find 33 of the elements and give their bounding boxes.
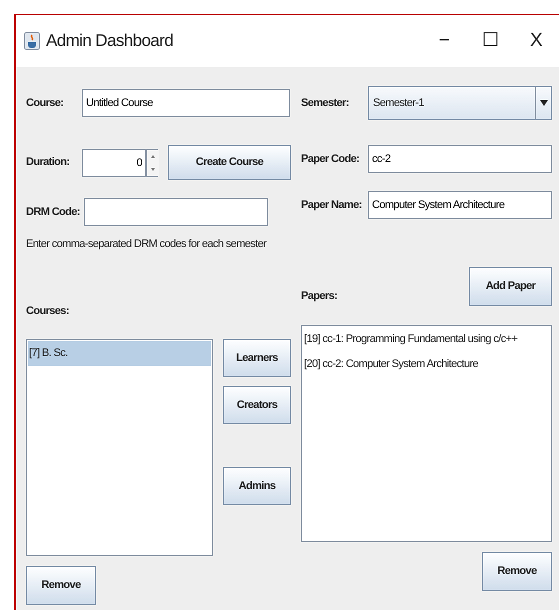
close-button[interactable]: X (513, 26, 559, 56)
duration-field[interactable]: 0 (82, 148, 146, 176)
field-label: Course: (26, 96, 64, 111)
field-label: Paper Code: (301, 152, 360, 167)
field-label: DRM Code: (26, 204, 81, 220)
role-button[interactable]: Admins (223, 467, 291, 505)
drm-code-field[interactable] (84, 198, 268, 226)
course-field[interactable]: Untitled Course (82, 89, 290, 117)
list-item[interactable]: [19] cc-1: Programming Fundamental using c/c++ (303, 327, 550, 352)
create-course-button[interactable]: Create Course (168, 145, 291, 180)
dropdown-arrow-icon (540, 100, 548, 106)
add-paper-button[interactable]: Add Paper (469, 267, 552, 306)
remove-button[interactable]: Remove (26, 566, 96, 605)
field-label: Papers: (301, 289, 338, 304)
maximize-button[interactable]: ☐ (467, 26, 513, 56)
hint-text: Enter comma-separated DRM codes for each semester (26, 237, 268, 252)
field-label: Duration: (26, 155, 70, 170)
list-item[interactable]: [20] cc-2: Computer System Architecture (303, 352, 550, 376)
spin-down-icon[interactable] (147, 162, 159, 176)
paper-name-field[interactable]: Computer System Architecture (368, 191, 552, 219)
spin-up-icon[interactable] (147, 150, 159, 162)
field-label: Semester: (301, 96, 350, 111)
list-item[interactable]: [7] B. Sc. (28, 341, 211, 366)
window-title: Admin Dashboard (46, 30, 174, 52)
role-button[interactable]: Learners (223, 339, 291, 377)
paper-code-field[interactable]: cc-2 (368, 145, 552, 173)
list-label: Courses: (26, 304, 70, 318)
field-label: Paper Name: (301, 198, 363, 213)
minimize-button[interactable]: − (421, 26, 467, 56)
semester-dropdown[interactable]: Semester-1 (368, 86, 552, 120)
remove-button[interactable]: Remove (482, 552, 552, 591)
role-button[interactable]: Creators (223, 386, 291, 424)
app-icon (24, 32, 40, 50)
